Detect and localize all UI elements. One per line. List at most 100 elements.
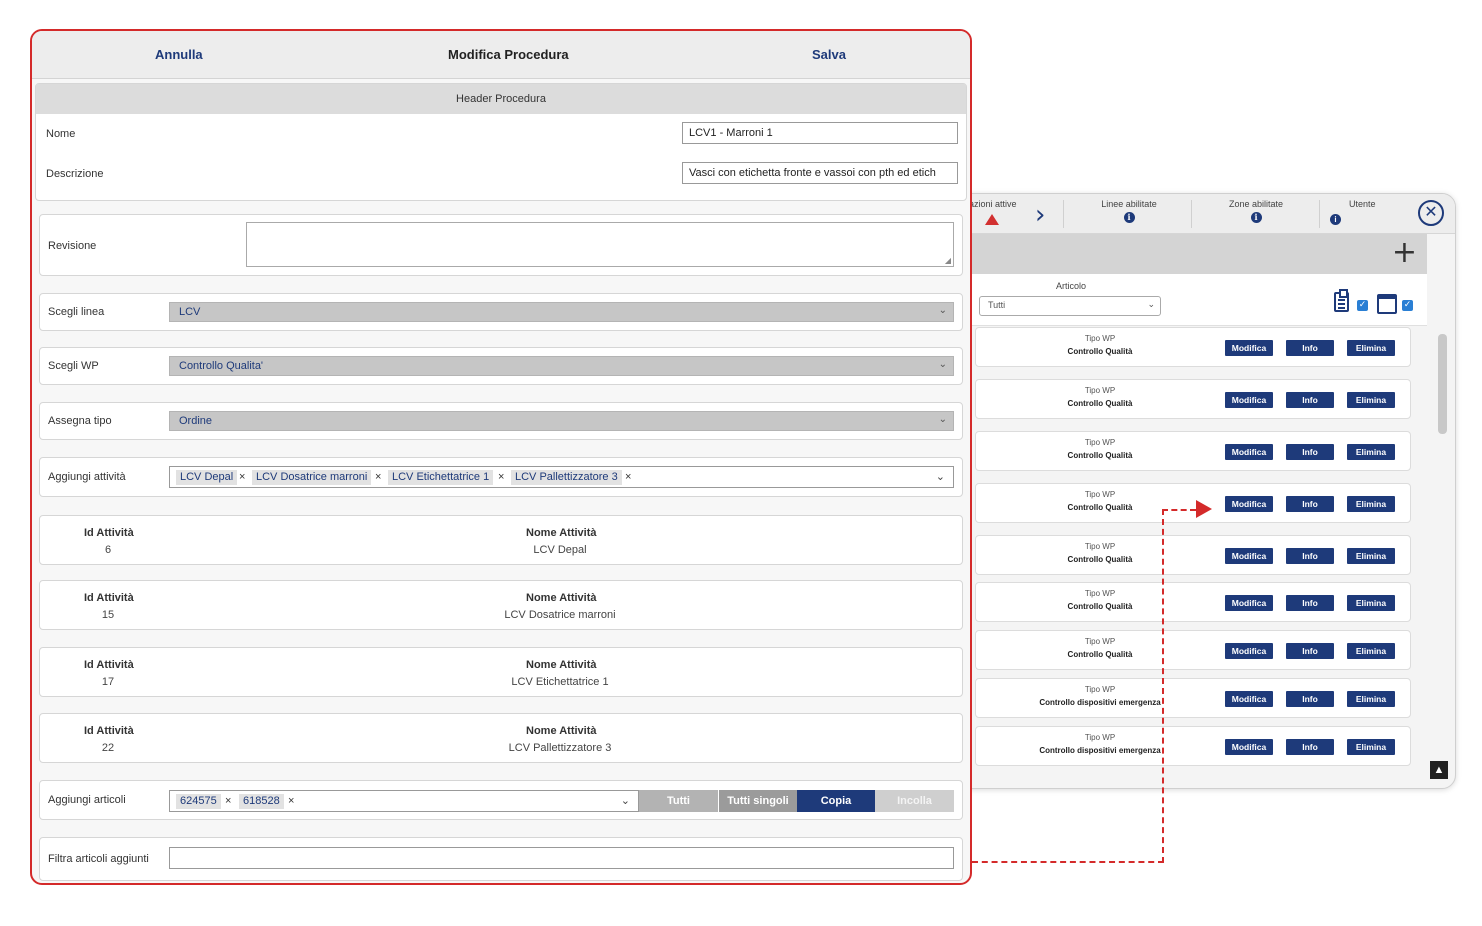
delete-button[interactable]: Elimina	[1347, 340, 1395, 356]
delete-button[interactable]: Elimina	[1347, 548, 1395, 564]
info-icon[interactable]: i	[1330, 214, 1341, 225]
info-button[interactable]: Info	[1286, 340, 1334, 356]
info-icon[interactable]: i	[1250, 212, 1262, 223]
modify-button[interactable]: Modifica	[1225, 643, 1273, 659]
all-button[interactable]: Tutti	[639, 790, 718, 812]
assign-type-select[interactable]: Ordine ⌄	[169, 411, 954, 431]
activity-card: Id Attività 6 Nome Attività LCV Depal	[39, 515, 963, 565]
article-filter-bar: Articolo Tutti ⌄ ✓ ✓	[959, 274, 1427, 326]
remove-chip-icon[interactable]: ×	[498, 470, 504, 485]
wp-select[interactable]: Controllo Qualita' ⌄	[169, 356, 954, 376]
modify-button[interactable]: Modifica	[1225, 595, 1273, 611]
articles-label: Aggiungi articoli	[48, 794, 126, 806]
filter-articles-section: Filtra articoli aggiunti	[39, 837, 963, 881]
delete-button[interactable]: Elimina	[1347, 739, 1395, 755]
remove-chip-icon[interactable]: ×	[625, 470, 631, 485]
delete-button[interactable]: Elimina	[1347, 392, 1395, 408]
activity-id-value: 15	[101, 609, 115, 621]
close-icon[interactable]: ✕	[1418, 200, 1444, 226]
calendar-icon[interactable]	[1377, 294, 1397, 314]
filter-articles-input[interactable]	[169, 847, 954, 869]
info-icon[interactable]: i	[1123, 212, 1135, 223]
modify-button[interactable]: Modifica	[1225, 548, 1273, 564]
procedures-list-window: azioni attive › Linee abilitate i Zone a…	[958, 193, 1456, 789]
activity-id-label: Id Attività	[84, 527, 134, 539]
scroll-up-button[interactable]: ▲	[1430, 761, 1448, 779]
activity-id-label: Id Attività	[84, 659, 134, 671]
delete-button[interactable]: Elimina	[1347, 444, 1395, 460]
wp-section: Scegli WP Controllo Qualita' ⌄	[39, 347, 963, 385]
clipboard-icon[interactable]	[1334, 289, 1349, 312]
revision-label: Revisione	[48, 240, 97, 252]
articles-multiselect[interactable]: 624575 × 618528 × ⌄	[169, 790, 639, 812]
activity-chip: LCV Depal	[176, 470, 238, 485]
chevron-down-icon[interactable]: ⌄	[936, 470, 945, 483]
calendar-checkbox[interactable]: ✓	[1402, 300, 1413, 311]
col-enabled-lines: Linee abilitate i	[1101, 199, 1157, 223]
activity-id-label: Id Attività	[84, 725, 134, 737]
activity-name-value: LCV Depal	[533, 544, 587, 556]
wp-row: Tipo WP Controllo dispositivi emergenza Mo…	[975, 678, 1411, 718]
assign-type-section: Assegna tipo Ordine ⌄	[39, 402, 963, 440]
article-select[interactable]: Tutti ⌄	[979, 296, 1161, 316]
wp-type-label: Tipo WP	[1084, 733, 1116, 742]
delete-button[interactable]: Elimina	[1347, 496, 1395, 512]
info-button[interactable]: Info	[1286, 643, 1334, 659]
info-button[interactable]: Info	[1286, 548, 1334, 564]
info-button[interactable]: Info	[1286, 444, 1334, 460]
modify-button[interactable]: Modifica	[1225, 392, 1273, 408]
activities-multiselect[interactable]: LCV Depal × LCV Dosatrice marroni × LCV …	[169, 466, 954, 488]
chevron-down-icon: ⌄	[1147, 299, 1155, 309]
wp-type-value: Controllo Qualità	[1067, 650, 1133, 659]
remove-chip-icon[interactable]: ×	[239, 470, 245, 485]
wp-type-value: Controllo Qualità	[1067, 451, 1133, 460]
remove-chip-icon[interactable]: ×	[225, 794, 231, 809]
wp-row: Tipo WP Controllo Qualità Modifica Info Elim…	[975, 582, 1411, 622]
wp-row: Tipo WP Controllo Qualità Modifica Info Elim…	[975, 431, 1411, 471]
wp-type-value: Controllo dispositivi emergenza	[1039, 698, 1161, 707]
name-input[interactable]: LCV1 - Marroni 1	[682, 122, 958, 144]
toolbar: +	[959, 234, 1427, 274]
modify-button[interactable]: Modifica	[1225, 444, 1273, 460]
modify-button[interactable]: Modifica	[1225, 739, 1273, 755]
activity-card: Id Attività 15 Nome Attività LCV Dosatri…	[39, 580, 963, 630]
col-active-operations: azioni attive	[969, 199, 1017, 209]
activities-label: Aggiungi attività	[48, 471, 126, 483]
activity-chip: LCV Pallettizzatore 3	[511, 470, 622, 485]
wp-type-label: Tipo WP	[1084, 589, 1116, 598]
chevron-down-icon[interactable]: ⌄	[621, 794, 630, 807]
resize-grip-icon[interactable]: ◢	[945, 256, 951, 265]
info-button[interactable]: Info	[1286, 392, 1334, 408]
info-button[interactable]: Info	[1286, 691, 1334, 707]
modify-button[interactable]: Modifica	[1225, 496, 1273, 512]
delete-button[interactable]: Elimina	[1347, 691, 1395, 707]
revision-textarea[interactable]: ◢	[246, 222, 954, 267]
info-button[interactable]: Info	[1286, 496, 1334, 512]
wp-type-value: Controllo Qualità	[1067, 347, 1133, 356]
cancel-button[interactable]: Annulla	[155, 47, 203, 62]
article-chip: 624575	[176, 794, 221, 809]
copy-button[interactable]: Copia	[797, 790, 875, 812]
delete-button[interactable]: Elimina	[1347, 643, 1395, 659]
paste-button[interactable]: Incolla	[875, 790, 954, 812]
wp-row: Tipo WP Controllo dispositivi emergenza Mo…	[975, 726, 1411, 766]
save-button[interactable]: Salva	[812, 47, 846, 62]
description-input[interactable]: Vasci con etichetta fronte e vassoi con …	[682, 162, 958, 184]
name-label: Nome	[46, 128, 76, 140]
scrollbar[interactable]	[1438, 334, 1447, 434]
clipboard-checkbox[interactable]: ✓	[1357, 300, 1368, 311]
chevron-down-icon: ⌄	[938, 305, 947, 316]
add-icon[interactable]: +	[1392, 235, 1417, 271]
modify-button[interactable]: Modifica	[1225, 340, 1273, 356]
info-button[interactable]: Info	[1286, 739, 1334, 755]
remove-chip-icon[interactable]: ×	[375, 470, 381, 485]
info-button[interactable]: Info	[1286, 595, 1334, 611]
annotation-line	[1162, 509, 1196, 511]
remove-chip-icon[interactable]: ×	[288, 794, 294, 809]
chevron-right-icon[interactable]: ›	[1035, 200, 1045, 230]
line-select[interactable]: LCV ⌄	[169, 302, 954, 322]
modify-button[interactable]: Modifica	[1225, 691, 1273, 707]
wp-row: Tipo WP Controllo Qualità Modifica Info Elim…	[975, 327, 1411, 367]
delete-button[interactable]: Elimina	[1347, 595, 1395, 611]
all-single-button[interactable]: Tutti singoli	[718, 790, 797, 812]
